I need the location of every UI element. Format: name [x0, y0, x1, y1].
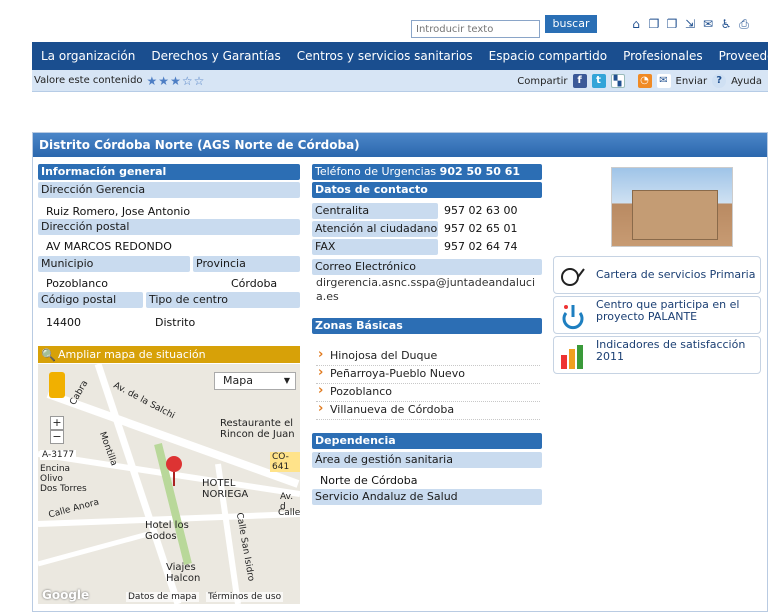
location-map[interactable]: Mapa ▼ + − Restaurante el Rincon de Juan …: [38, 364, 300, 604]
centralita-label: Centralita: [312, 203, 438, 219]
map-label-hotel-godos: Hotel los Godos: [145, 520, 189, 542]
building-photo: [611, 167, 733, 247]
rss-icon[interactable]: ◔: [637, 74, 652, 88]
side-link-label: Indicadores de satisfacción 2011: [596, 338, 746, 363]
info-heading: Información general: [38, 164, 300, 180]
help-link[interactable]: Ayuda: [731, 76, 762, 87]
tipo-value: Distrito: [155, 316, 196, 329]
map-label-a3177: A-3177: [40, 450, 77, 460]
map-label-hotel: HOTEL NORIEGA: [202, 478, 249, 500]
print-icon[interactable]: ⎙: [738, 18, 750, 30]
provincia-label: Provincia: [193, 256, 300, 272]
zonas-heading: Zonas Básicas: [312, 318, 542, 334]
map-data-link[interactable]: Datos de mapa: [126, 592, 199, 602]
mail-icon[interactable]: ✉: [656, 74, 671, 88]
area-label: Área de gestión sanitaria: [312, 452, 542, 468]
map-terms-link[interactable]: Términos de uso: [206, 592, 284, 602]
urgencias-label: Teléfono de Urgencias: [315, 165, 437, 178]
cp-value: 14400: [46, 316, 81, 329]
map-type-value: Mapa: [223, 374, 253, 387]
map-enlarge-link[interactable]: 🔍 Ampliar mapa de situación: [38, 346, 300, 363]
list-item[interactable]: Pozoblanco: [316, 383, 540, 402]
list-item[interactable]: Villanueva de Córdoba: [316, 401, 540, 420]
nav-item-profesionales[interactable]: Profesionales: [623, 49, 703, 63]
google-logo: Google: [42, 588, 90, 602]
card-title: Distrito Córdoba Norte (AGS Norte de Cór…: [33, 133, 767, 157]
list-item[interactable]: Peñarroya-Pueblo Nuevo: [316, 365, 540, 384]
share-label: Compartir: [517, 75, 568, 87]
dependencia-heading: Dependencia: [312, 433, 542, 449]
side-link-palante[interactable]: Centro que participa en el proyecto PALA…: [553, 296, 761, 334]
urgencias-value: 902 50 50 61: [439, 165, 521, 178]
list-item[interactable]: Hinojosa del Duque: [316, 347, 540, 366]
postal-value: AV MARCOS REDONDO: [46, 240, 172, 253]
help-icon[interactable]: ?: [712, 74, 727, 88]
chevron-down-icon: ▼: [283, 376, 290, 385]
document-icon[interactable]: ❐: [648, 18, 660, 30]
pegman-icon[interactable]: [49, 372, 65, 398]
share-tools: Compartir f t ▚ ◔ ✉ Enviar ? Ayuda: [517, 74, 762, 88]
building-shape: [632, 190, 718, 240]
postal-label: Dirección postal: [38, 219, 300, 235]
tipo-label: Tipo de centro: [146, 292, 300, 308]
zoom-in-button[interactable]: +: [50, 416, 64, 430]
map-zoom-icon: 🔍: [41, 348, 56, 362]
facebook-icon[interactable]: f: [572, 74, 587, 88]
side-link-indicadores[interactable]: Indicadores de satisfacción 2011: [553, 336, 761, 374]
map-label-co641: CO-641: [270, 452, 300, 472]
atencion-value: 957 02 65 01: [444, 222, 518, 235]
power-icon: [558, 301, 588, 331]
nav-item-centros[interactable]: Centros y servicios sanitarios: [297, 49, 473, 63]
utility-icons: ⌂ ❐ ❐ ⇲ ✉ ♿ ⎙: [630, 18, 750, 30]
delicious-icon[interactable]: ▚: [610, 74, 625, 88]
twitter-icon[interactable]: t: [591, 74, 606, 88]
nav-item-espacio[interactable]: Espacio compartido: [489, 49, 607, 63]
star-rating[interactable]: ★★★☆☆: [147, 74, 206, 88]
rating-bar: Valore este contenido ★★★☆☆ Compartir f …: [32, 70, 768, 92]
nav-item-proveedores[interactable]: Proveedores: [719, 49, 784, 63]
rating-label: Valore este contenido: [34, 75, 143, 86]
search-button[interactable]: buscar: [545, 15, 597, 33]
gerencia-label: Dirección Gerencia: [38, 182, 300, 198]
gerencia-value: Ruiz Romero, Jose Antonio: [46, 205, 191, 218]
map-label-streets: Encina Olivo Dos Torres: [40, 464, 87, 494]
export-icon[interactable]: ⇲: [684, 18, 696, 30]
provincia-value: Córdoba: [231, 277, 278, 290]
atencion-label: Atención al ciudadano: [312, 221, 438, 237]
document-icon[interactable]: ❐: [666, 18, 678, 30]
urgencias-row: Teléfono de Urgencias 902 50 50 61: [312, 164, 542, 180]
top-bar: buscar ⌂ ❐ ❐ ⇲ ✉ ♿ ⎙: [0, 0, 784, 38]
area-value: Norte de Córdoba: [320, 474, 418, 487]
fax-value: 957 02 64 74: [444, 240, 518, 253]
side-link-cartera[interactable]: Cartera de servicios Primaria: [553, 256, 761, 294]
nav-item-organizacion[interactable]: La organización: [41, 49, 135, 63]
fax-label: FAX: [312, 239, 438, 255]
stethoscope-icon: [558, 261, 588, 291]
sas-label: Servicio Andaluz de Salud: [312, 489, 542, 505]
cp-label: Código postal: [38, 292, 143, 308]
contact-heading: Datos de contacto: [312, 182, 542, 198]
nav-item-derechos[interactable]: Derechos y Garantías: [151, 49, 280, 63]
municipio-label: Municipio: [38, 256, 190, 272]
map-type-select[interactable]: Mapa ▼: [214, 372, 296, 390]
side-link-label: Cartera de servicios Primaria: [596, 268, 756, 281]
map-label-restaurant: Restaurante el Rincon de Juan: [220, 418, 295, 440]
home-icon[interactable]: ⌂: [630, 18, 642, 30]
email-label: Correo Electrónico: [312, 259, 542, 275]
mail-icon[interactable]: ✉: [702, 18, 714, 30]
municipio-value: Pozoblanco: [46, 277, 109, 290]
main-navigation: La organización Derechos y Garantías Cen…: [32, 42, 784, 70]
bar-chart-icon: [558, 341, 588, 371]
email-value[interactable]: dirgerencia.asnc.sspa@juntadeandalucia.e…: [316, 276, 542, 304]
search-input[interactable]: [411, 20, 540, 38]
send-link[interactable]: Enviar: [676, 76, 708, 87]
centralita-value: 957 02 63 00: [444, 204, 518, 217]
zoom-out-button[interactable]: −: [50, 430, 64, 444]
accessibility-icon[interactable]: ♿: [720, 18, 732, 30]
side-link-label: Centro que participa en el proyecto PALA…: [596, 298, 740, 323]
map-label-calle: Calle: [278, 508, 300, 518]
map-label-viajes: Viajes Halcon: [166, 562, 201, 584]
map-enlarge-label: Ampliar mapa de situación: [58, 348, 206, 361]
